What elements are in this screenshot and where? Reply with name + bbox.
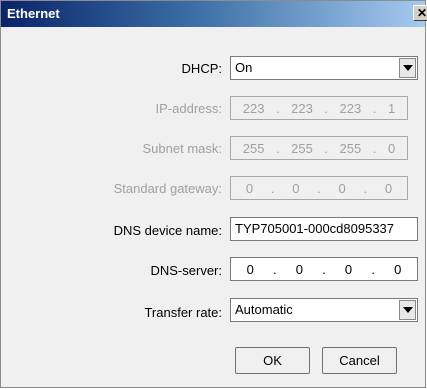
- ip-address-field: 223 . 223 . 223 . 1: [230, 96, 408, 120]
- subnet-separator: .: [276, 140, 280, 156]
- dns-device-name-input[interactable]: TYP705001-000cd8095337: [230, 217, 418, 241]
- ethernet-dialog: Ethernet ✕ DHCP: On IP-address: 223 . 22…: [0, 0, 427, 388]
- dns-octet[interactable]: 0: [247, 262, 254, 277]
- gateway-separator: .: [317, 180, 321, 196]
- subnet-octet: 255: [242, 140, 265, 156]
- subnet-mask-field: 255 . 255 . 255 . 0: [230, 136, 408, 160]
- subnet-octet: 255: [339, 140, 362, 156]
- transfer-rate-select[interactable]: Automatic: [230, 298, 418, 322]
- ip-separator: .: [276, 100, 280, 116]
- dns-octet[interactable]: 0: [394, 262, 401, 277]
- dns-separator: .: [371, 261, 375, 277]
- dhcp-label: DHCP:: [181, 61, 222, 76]
- ip-octet: 1: [387, 100, 396, 116]
- ip-octet: 223: [242, 100, 265, 116]
- dns-separator: .: [322, 261, 326, 277]
- close-icon: ✕: [416, 6, 427, 20]
- close-button[interactable]: ✕: [413, 5, 427, 21]
- transfer-rate-value: Automatic: [235, 302, 293, 317]
- ok-button[interactable]: OK: [235, 347, 310, 374]
- dns-server-label: DNS-server:: [150, 263, 222, 278]
- subnet-mask-label: Subnet mask:: [142, 141, 223, 156]
- subnet-separator: .: [324, 140, 329, 156]
- dns-separator: .: [272, 261, 277, 277]
- gateway-octet: 0: [338, 180, 346, 196]
- gateway-octet: 0: [245, 180, 254, 196]
- dhcp-dropdown-button[interactable]: [399, 58, 416, 78]
- cancel-button[interactable]: Cancel: [322, 347, 397, 374]
- transfer-rate-label: Transfer rate:: [144, 305, 222, 320]
- dns-server-field[interactable]: 0 . 0 . 0 . 0: [230, 257, 418, 281]
- dhcp-value: On: [235, 60, 253, 75]
- ip-octet: 223: [339, 100, 362, 116]
- window-title: Ethernet: [7, 6, 60, 21]
- ip-separator: .: [372, 100, 377, 116]
- subnet-separator: .: [372, 140, 377, 156]
- ip-address-label: IP-address:: [155, 101, 222, 116]
- transfer-rate-dropdown-button[interactable]: [399, 300, 416, 320]
- dns-octet[interactable]: 0: [345, 262, 352, 277]
- dns-octet[interactable]: 0: [296, 262, 303, 277]
- standard-gateway-label: Standard gateway:: [113, 181, 222, 196]
- gateway-separator: .: [363, 180, 368, 196]
- subnet-octet: 255: [291, 140, 313, 156]
- chevron-down-icon: [402, 65, 413, 71]
- gateway-separator: .: [270, 180, 275, 196]
- dns-device-name-value: TYP705001-000cd8095337: [235, 221, 395, 236]
- subnet-octet: 0: [387, 140, 396, 156]
- title-bar[interactable]: Ethernet ✕: [1, 1, 427, 27]
- chevron-down-icon: [402, 307, 413, 313]
- ip-octet: 223: [291, 100, 313, 116]
- dns-device-name-label: DNS device name:: [113, 223, 222, 238]
- standard-gateway-field: 0 . 0 . 0 . 0: [230, 176, 408, 200]
- ip-separator: .: [324, 100, 329, 116]
- gateway-octet: 0: [292, 180, 300, 196]
- gateway-octet: 0: [384, 180, 393, 196]
- dhcp-select[interactable]: On: [230, 56, 418, 80]
